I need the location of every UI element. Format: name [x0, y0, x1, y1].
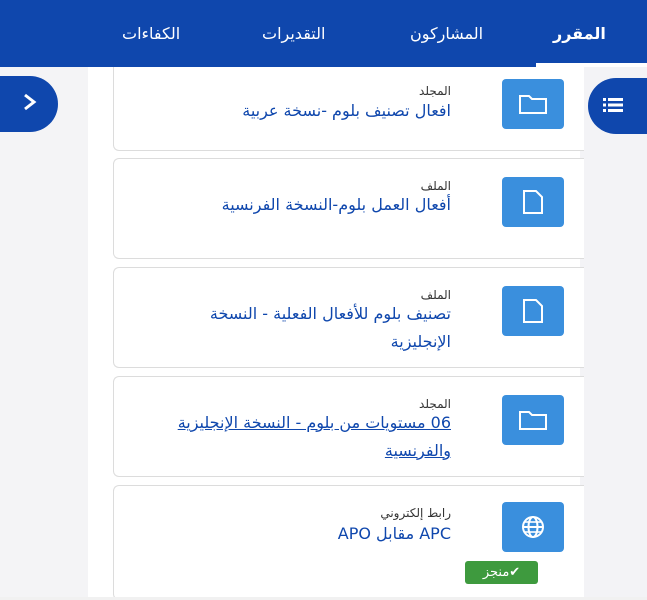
left-drawer-area [0, 67, 88, 600]
activity-card-folder-1: المجلد افعال تصنيف بلوم -نسخة عربية [113, 67, 584, 151]
activity-card-file-2: الملف تصنيف بلوم للأفعال الفعلية - النسخ… [113, 267, 584, 368]
tab-participants[interactable]: المشاركون [410, 0, 483, 67]
activity-name-link[interactable]: 06 مستويات من بلوم - النسخة الإنجليزية و… [151, 409, 451, 465]
activity-name-link[interactable]: تصنيف بلوم للأفعال الفعلية - النسخة الإن… [151, 300, 451, 356]
file-icon[interactable] [502, 286, 564, 336]
tab-grades[interactable]: التقديرات [262, 0, 325, 67]
file-icon[interactable] [502, 177, 564, 227]
course-tab-bar: المقرر المشاركون التقديرات الكفاءات [0, 0, 647, 67]
globe-icon[interactable] [502, 502, 564, 552]
activity-type-label: رابط إلكتروني [380, 506, 451, 520]
activity-card-folder-2: المجلد 06 مستويات من بلوم - النسخة الإنج… [113, 376, 584, 477]
open-left-drawer-button[interactable] [0, 76, 58, 132]
list-icon [603, 97, 623, 116]
folder-icon[interactable] [502, 79, 564, 129]
completion-label: منجز [482, 565, 510, 580]
right-drawer-area [580, 67, 647, 600]
activity-type-label: المجلد [419, 84, 451, 98]
tab-competencies[interactable]: الكفاءات [122, 0, 180, 67]
tab-course[interactable]: المقرر [553, 0, 606, 67]
checkmark-icon: ✔ [509, 565, 521, 580]
activity-card-file-1: الملف أفعال العمل بلوم-النسخة الفرنسية [113, 158, 584, 259]
completion-done-button[interactable]: ✔ منجز [465, 561, 538, 584]
activity-name-link[interactable]: افعال تصنيف بلوم -نسخة عربية [151, 97, 451, 125]
activity-name-link[interactable]: APC مقابل APO [151, 520, 451, 548]
chevron-right-icon [22, 93, 38, 115]
activity-name-link[interactable]: أفعال العمل بلوم-النسخة الفرنسية [151, 191, 451, 219]
open-course-index-button[interactable] [588, 78, 647, 134]
activity-card-url: رابط إلكتروني APC مقابل APO ✔ منجز [113, 485, 584, 600]
folder-icon[interactable] [502, 395, 564, 445]
